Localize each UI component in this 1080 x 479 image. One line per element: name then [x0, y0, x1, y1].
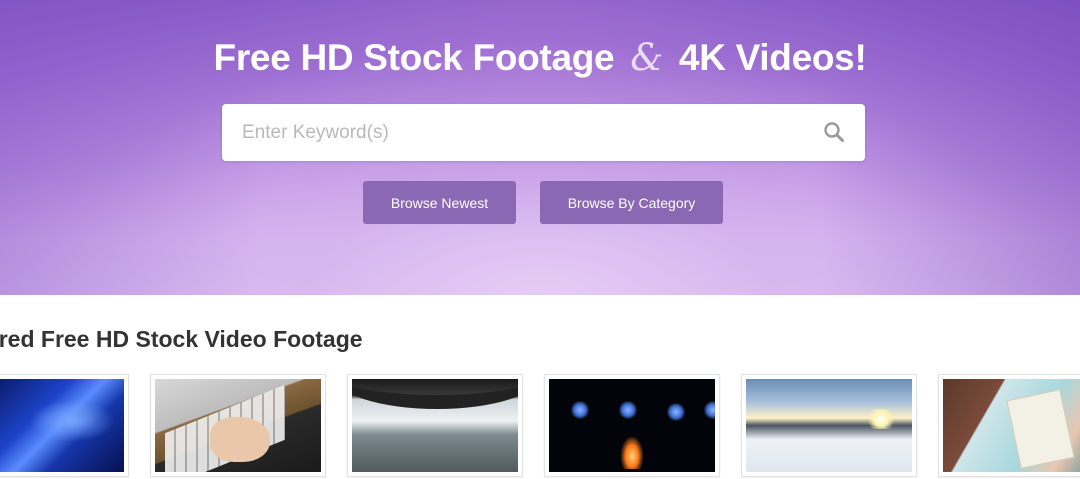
- search-input[interactable]: [242, 104, 822, 161]
- sun-glow: [866, 409, 896, 429]
- hero-title-ampersand: &: [630, 36, 663, 79]
- bokeh-light: [704, 401, 715, 419]
- search-icon[interactable]: [823, 121, 845, 143]
- browse-by-category-button[interactable]: Browse By Category: [540, 181, 723, 224]
- night-fire-image: [549, 379, 715, 472]
- hero-title-main: Free HD Stock Footage: [213, 37, 615, 78]
- video-thumbnail-blue-abstract[interactable]: [0, 374, 129, 477]
- hero-title: Free HD Stock Footage & 4K Videos!: [0, 36, 1080, 79]
- hand-shape: [210, 417, 270, 462]
- video-thumbnail-laptop-typing[interactable]: [150, 374, 326, 477]
- search-box: [222, 104, 865, 161]
- painting-card-image: [943, 379, 1080, 472]
- fire-glow: [621, 437, 643, 469]
- snow-sunset-image: [746, 379, 912, 472]
- laptop-typing-image: [155, 379, 321, 472]
- video-thumbnail-snow-sunset[interactable]: [741, 374, 917, 477]
- video-thumbnail-bridge-river[interactable]: [347, 374, 523, 477]
- card-shape: [1006, 389, 1075, 469]
- featured-section-title: tured Free HD Stock Video Footage: [0, 326, 363, 352]
- bokeh-light: [667, 403, 685, 421]
- hero-banner: Free HD Stock Footage & 4K Videos! Brows…: [0, 0, 1080, 295]
- video-thumbnail-painting-card[interactable]: [938, 374, 1080, 477]
- browse-newest-button[interactable]: Browse Newest: [363, 181, 516, 224]
- bridge-arch-shape: [352, 379, 518, 409]
- bokeh-light: [619, 401, 637, 419]
- blue-abstract-image: [0, 379, 124, 472]
- hero-title-4k: 4K Videos!: [678, 37, 867, 78]
- bokeh-light: [571, 401, 589, 419]
- bridge-river-image: [352, 379, 518, 472]
- video-thumbnail-night-fire[interactable]: [544, 374, 720, 477]
